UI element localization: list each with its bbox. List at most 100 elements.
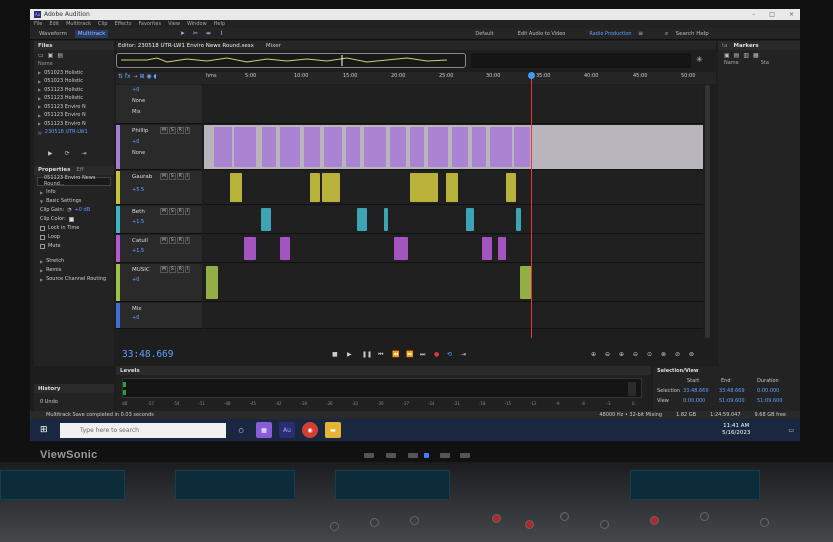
record-arm-button[interactable]: R	[176, 266, 184, 273]
skip-icon[interactable]: ⇥	[461, 351, 466, 358]
audio-clip[interactable]	[261, 208, 271, 231]
tab-properties[interactable]: Properties	[38, 167, 70, 173]
audio-clip[interactable]	[490, 127, 512, 167]
file-item[interactable]: ▶ 051023 Holistic	[34, 69, 114, 78]
rewind-icon[interactable]: ⏪	[392, 351, 399, 358]
mute-button[interactable]: M	[160, 208, 168, 215]
track-name[interactable]: Gaurab	[132, 174, 152, 180]
go-to-end-icon[interactable]: ⏭	[420, 351, 425, 359]
audio-clip[interactable]	[304, 127, 320, 167]
audio-clip[interactable]	[230, 173, 242, 202]
master-volume[interactable]: +0	[132, 87, 139, 93]
monitor-button[interactable]	[460, 453, 470, 458]
marker-add-icon[interactable]: ▣	[724, 52, 730, 59]
vertical-scrollbar[interactable]	[705, 85, 710, 338]
workspace-menu-icon[interactable]: ≡	[637, 30, 645, 37]
audio-clip[interactable]	[446, 173, 458, 202]
audio-clip[interactable]	[364, 127, 386, 167]
track-lane[interactable]	[204, 264, 703, 302]
file-item[interactable]: ▶ 051123 Holistic	[34, 94, 114, 103]
monitor-button[interactable]	[408, 453, 418, 458]
waveform-view-button[interactable]: Waveform	[36, 30, 70, 38]
section-source-channel-routing[interactable]: ▶ Source Channel Routing	[34, 275, 114, 284]
audio-clip[interactable]	[466, 208, 474, 231]
go-to-start-icon[interactable]: ⏮	[378, 351, 383, 359]
track-name[interactable]: Phillip	[132, 128, 148, 134]
record-arm-button[interactable]: R	[176, 208, 184, 215]
maximize-button[interactable]: □	[769, 11, 775, 18]
monitor-button[interactable]	[440, 453, 450, 458]
minimize-button[interactable]: –	[752, 11, 755, 18]
menu-multitrack[interactable]: Multitrack	[66, 21, 91, 27]
track-output-select[interactable]: None	[132, 150, 145, 156]
audition-taskbar-icon[interactable]: Au	[279, 422, 295, 438]
track-lane[interactable]	[204, 235, 703, 263]
file-item[interactable]: ▶ 051123 Holistic	[34, 86, 114, 95]
menu-favorites[interactable]: Favorites	[138, 21, 161, 27]
pause-button[interactable]: ❚❚	[362, 351, 372, 358]
notifications-icon[interactable]: ▭	[788, 427, 794, 434]
chrome-icon[interactable]: ◉	[302, 422, 318, 438]
track-lane[interactable]	[204, 206, 703, 234]
menu-view[interactable]: View	[168, 21, 180, 27]
windows-start-icon[interactable]: ⊞	[40, 425, 54, 435]
zoom-selection-icon[interactable]: ⊗	[661, 351, 666, 358]
session-overview[interactable]	[116, 53, 466, 68]
play-button[interactable]: ▶	[347, 351, 352, 358]
taskbar-search[interactable]: Type here to search	[60, 422, 226, 438]
master-input-select[interactable]: None	[132, 98, 145, 104]
selection-end[interactable]: 33:48.669	[719, 388, 745, 394]
track-lane[interactable]	[204, 303, 703, 329]
playhead-handle[interactable]	[528, 72, 535, 79]
audio-clip[interactable]	[516, 208, 521, 231]
record-arm-button[interactable]: R	[176, 173, 184, 180]
monitor-button[interactable]	[364, 453, 374, 458]
track-volume[interactable]: +5.5	[132, 187, 144, 193]
audio-clip[interactable]	[346, 127, 360, 167]
taskbar-clock[interactable]: 11:41 AM 5/16/2023	[722, 423, 750, 437]
input-monitor-button[interactable]: I	[184, 173, 191, 180]
audio-clip[interactable]	[234, 127, 256, 167]
mute-button[interactable]: M	[160, 237, 168, 244]
zoom-in-amplitude-icon[interactable]: ⊕	[591, 351, 596, 358]
zoom-full-icon[interactable]: ⊙	[647, 351, 652, 358]
workspace-radio-production[interactable]: Radio Production	[589, 31, 631, 37]
solo-button[interactable]: S	[168, 127, 176, 134]
autoplay-icon[interactable]: ⇥	[82, 150, 87, 157]
audio-clip[interactable]	[324, 127, 342, 167]
view-start[interactable]: 0:00.000	[683, 398, 705, 404]
audio-clip[interactable]	[214, 127, 232, 167]
expand-icon[interactable]: ▶	[38, 79, 41, 84]
app-icon[interactable]: ▦	[256, 422, 272, 438]
audio-clip[interactable]	[280, 127, 300, 167]
track-volume[interactable]: +0	[132, 139, 139, 145]
audio-clip[interactable]	[498, 237, 506, 260]
audio-clip[interactable]	[322, 173, 340, 202]
audio-clip[interactable]	[472, 127, 486, 167]
menu-edit[interactable]: Edit	[49, 21, 59, 27]
audio-clip[interactable]	[244, 237, 256, 260]
mute-button[interactable]: M	[160, 127, 168, 134]
track-name[interactable]: Catull	[132, 238, 148, 244]
zoom-left-icon[interactable]: ⊘	[675, 351, 680, 358]
audio-clip[interactable]	[310, 173, 320, 202]
lock-in-time-checkbox[interactable]: Lock in Time	[34, 224, 114, 233]
menu-help[interactable]: Help	[214, 21, 225, 27]
audio-clip[interactable]	[452, 127, 468, 167]
selection-start[interactable]: 33:48.669	[683, 388, 709, 394]
expand-icon[interactable]: ▶	[38, 121, 41, 126]
file-explorer-icon[interactable]: ▬	[325, 422, 341, 438]
expand-icon[interactable]: ▶	[38, 87, 41, 92]
master-output-select[interactable]: Mix	[132, 109, 141, 115]
razor-tool-icon[interactable]: ✂	[191, 30, 199, 37]
file-item[interactable]: ▶ 051123 Enviro N	[34, 103, 114, 112]
playhead[interactable]	[531, 72, 532, 338]
monitor-button[interactable]	[386, 453, 396, 458]
tab-editor[interactable]: Editor: 230518 UTR-LW1 Enviro News Round…	[118, 43, 254, 49]
zoom-right-icon[interactable]: ⊚	[689, 351, 694, 358]
fast-forward-icon[interactable]: ⏩	[406, 351, 413, 358]
solo-button[interactable]: S	[168, 173, 176, 180]
loop-playback-icon[interactable]: ⟲	[447, 351, 452, 358]
input-monitor-button[interactable]: I	[184, 266, 191, 273]
audio-clip[interactable]	[410, 173, 438, 202]
